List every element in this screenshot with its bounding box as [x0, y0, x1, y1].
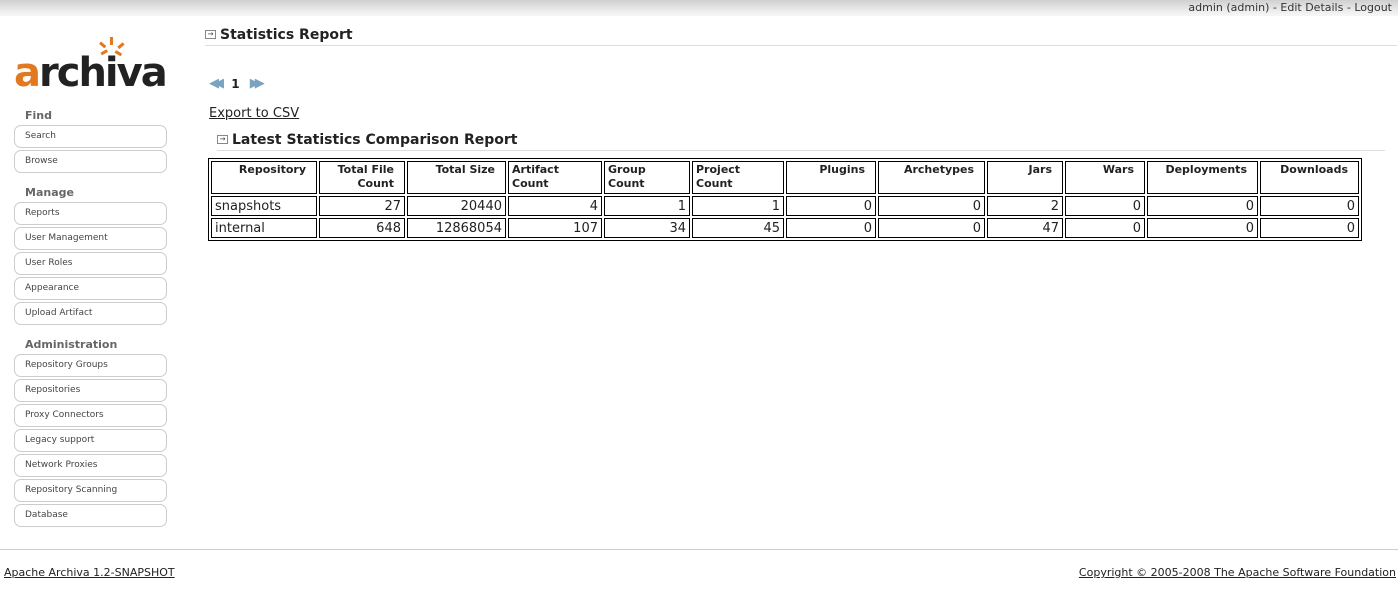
next-page-icon[interactable]: ▶▶: [250, 76, 265, 91]
collapse-icon[interactable]: →: [217, 135, 228, 144]
cell-downloads: 0: [1260, 196, 1359, 216]
nav-item-repositories[interactable]: Repositories: [14, 379, 167, 402]
cell-project-count: 45: [692, 218, 784, 238]
nav-item-repository-scanning[interactable]: Repository Scanning: [14, 479, 167, 502]
username: admin: [1188, 1, 1223, 14]
col-plugins: Plugins: [786, 161, 876, 194]
col-artifact-count: Artifact Count: [508, 161, 602, 194]
cell-jars: 47: [987, 218, 1063, 238]
user-role: (admin): [1226, 1, 1270, 14]
comparison-title: → Latest Statistics Comparison Report: [217, 131, 1385, 151]
cell-plugins: 0: [786, 218, 876, 238]
col-archetypes: Archetypes: [878, 161, 985, 194]
copyright-link[interactable]: Copyright © 2005-2008 The Apache Softwar…: [1079, 566, 1396, 579]
table-header-row: Repository Total File Count Total Size A…: [211, 161, 1359, 194]
cell-total-file-count: 648: [319, 218, 405, 238]
nav-item-appearance[interactable]: Appearance: [14, 277, 167, 300]
table-row: snapshots 27 20440 4 1 1 0 0 2 0 0 0: [211, 196, 1359, 216]
nav-item-browse[interactable]: Browse: [14, 150, 167, 173]
cell-artifact-count: 107: [508, 218, 602, 238]
col-wars: Wars: [1065, 161, 1145, 194]
nav-item-reports[interactable]: Reports: [14, 202, 167, 225]
col-jars: Jars: [987, 161, 1063, 194]
collapse-icon[interactable]: →: [205, 30, 216, 39]
table-row: internal 648 12868054 107 34 45 0 0 47 0…: [211, 218, 1359, 238]
col-total-file-count: Total File Count: [319, 161, 405, 194]
logo-wordmark: archiva: [14, 50, 168, 96]
cell-group-count: 1: [604, 196, 690, 216]
nav-item-user-management[interactable]: User Management: [14, 227, 167, 250]
version-link[interactable]: Apache Archiva 1.2-SNAPSHOT: [4, 566, 175, 579]
cell-archetypes: 0: [878, 196, 985, 216]
cell-downloads: 0: [1260, 218, 1359, 238]
col-deployments: Deployments: [1147, 161, 1258, 194]
nav-item-upload-artifact[interactable]: Upload Artifact: [14, 302, 167, 325]
nav-item-repository-groups[interactable]: Repository Groups: [14, 354, 167, 377]
archiva-logo[interactable]: archiva: [14, 36, 168, 96]
pagination: ◀◀ 1 ▶▶: [209, 76, 265, 91]
nav-item-search[interactable]: Search: [14, 125, 167, 148]
user-info-bar: admin (admin) - Edit Details - Logout: [1188, 1, 1392, 14]
footer-divider: [0, 549, 1398, 550]
cell-group-count: 34: [604, 218, 690, 238]
prev-page-icon[interactable]: ◀◀: [209, 76, 224, 91]
cell-total-file-count: 27: [319, 196, 405, 216]
cell-repository: internal: [211, 218, 317, 238]
cell-repository: snapshots: [211, 196, 317, 216]
col-group-count: Group Count: [604, 161, 690, 194]
statistics-table: Repository Total File Count Total Size A…: [208, 158, 1362, 241]
cell-project-count: 1: [692, 196, 784, 216]
export-csv-link[interactable]: Export to CSV: [209, 106, 299, 121]
nav-heading-administration: Administration: [25, 338, 118, 351]
nav-item-legacy-support[interactable]: Legacy support: [14, 429, 167, 452]
col-project-count: Project Count: [692, 161, 784, 194]
page-title: → Statistics Report: [205, 26, 1397, 46]
nav-heading-find: Find: [25, 109, 52, 122]
cell-plugins: 0: [786, 196, 876, 216]
current-page: 1: [231, 76, 240, 91]
cell-total-size: 20440: [407, 196, 506, 216]
cell-artifact-count: 4: [508, 196, 602, 216]
nav-item-proxy-connectors[interactable]: Proxy Connectors: [14, 404, 167, 427]
cell-deployments: 0: [1147, 218, 1258, 238]
cell-deployments: 0: [1147, 196, 1258, 216]
separator: -: [1272, 1, 1277, 14]
cell-wars: 0: [1065, 196, 1145, 216]
nav-heading-manage: Manage: [25, 186, 74, 199]
logout-link[interactable]: Logout: [1354, 1, 1392, 14]
col-total-size: Total Size: [407, 161, 506, 194]
sidebar-nav: Find Search Browse Manage Reports User M…: [14, 108, 167, 529]
cell-archetypes: 0: [878, 218, 985, 238]
cell-total-size: 12868054: [407, 218, 506, 238]
col-repository: Repository: [211, 161, 317, 194]
separator: -: [1346, 1, 1351, 14]
cell-jars: 2: [987, 196, 1063, 216]
nav-item-database[interactable]: Database: [14, 504, 167, 527]
col-downloads: Downloads: [1260, 161, 1359, 194]
edit-details-link[interactable]: Edit Details: [1280, 1, 1343, 14]
nav-item-user-roles[interactable]: User Roles: [14, 252, 167, 275]
nav-item-network-proxies[interactable]: Network Proxies: [14, 454, 167, 477]
cell-wars: 0: [1065, 218, 1145, 238]
